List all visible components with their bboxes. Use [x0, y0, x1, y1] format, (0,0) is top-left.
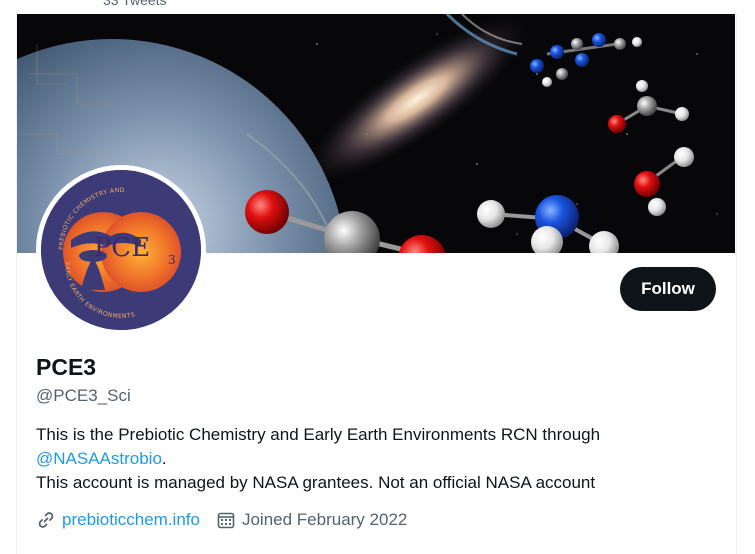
profile-bio: This is the Prebiotic Chemistry and Earl…	[36, 423, 716, 495]
tweets-count: 33 Tweets	[103, 0, 167, 8]
avatar-superscript: 3	[168, 253, 176, 267]
bio-line-1: This is the Prebiotic Chemistry and Earl…	[36, 425, 601, 444]
profile-avatar[interactable]: PREBIOTIC CHEMISTRY AND EARLY EARTH ENVI…	[36, 165, 206, 335]
link-icon	[36, 510, 56, 530]
website-item: prebioticchem.info	[36, 510, 200, 530]
website-link[interactable]: prebioticchem.info	[62, 510, 200, 530]
follow-button[interactable]: Follow	[620, 267, 716, 311]
pce3-logo-icon: PREBIOTIC CHEMISTRY AND EARLY EARTH ENVI…	[41, 170, 201, 330]
calendar-icon	[216, 510, 236, 530]
bio-line-2: @NASAAstrobio.	[36, 447, 716, 471]
profile-name: PCE3	[36, 354, 97, 380]
bio-line-3: This account is managed by NASA grantees…	[36, 473, 596, 492]
joined-item: Joined February 2022	[216, 510, 407, 530]
joined-date: Joined February 2022	[241, 510, 408, 529]
profile-meta: prebioticchem.info Joined February 2022	[36, 508, 423, 532]
bio-period: .	[161, 449, 167, 468]
nasa-astrobio-mention-link[interactable]: @NASAAstrobio	[36, 449, 162, 468]
top-bar: 33 Tweets	[17, 0, 735, 14]
avatar-logo: PREBIOTIC CHEMISTRY AND EARLY EARTH ENVI…	[41, 170, 201, 330]
profile-handle: @PCE3_Sci	[36, 386, 131, 405]
avatar-title: PCE	[94, 233, 150, 263]
